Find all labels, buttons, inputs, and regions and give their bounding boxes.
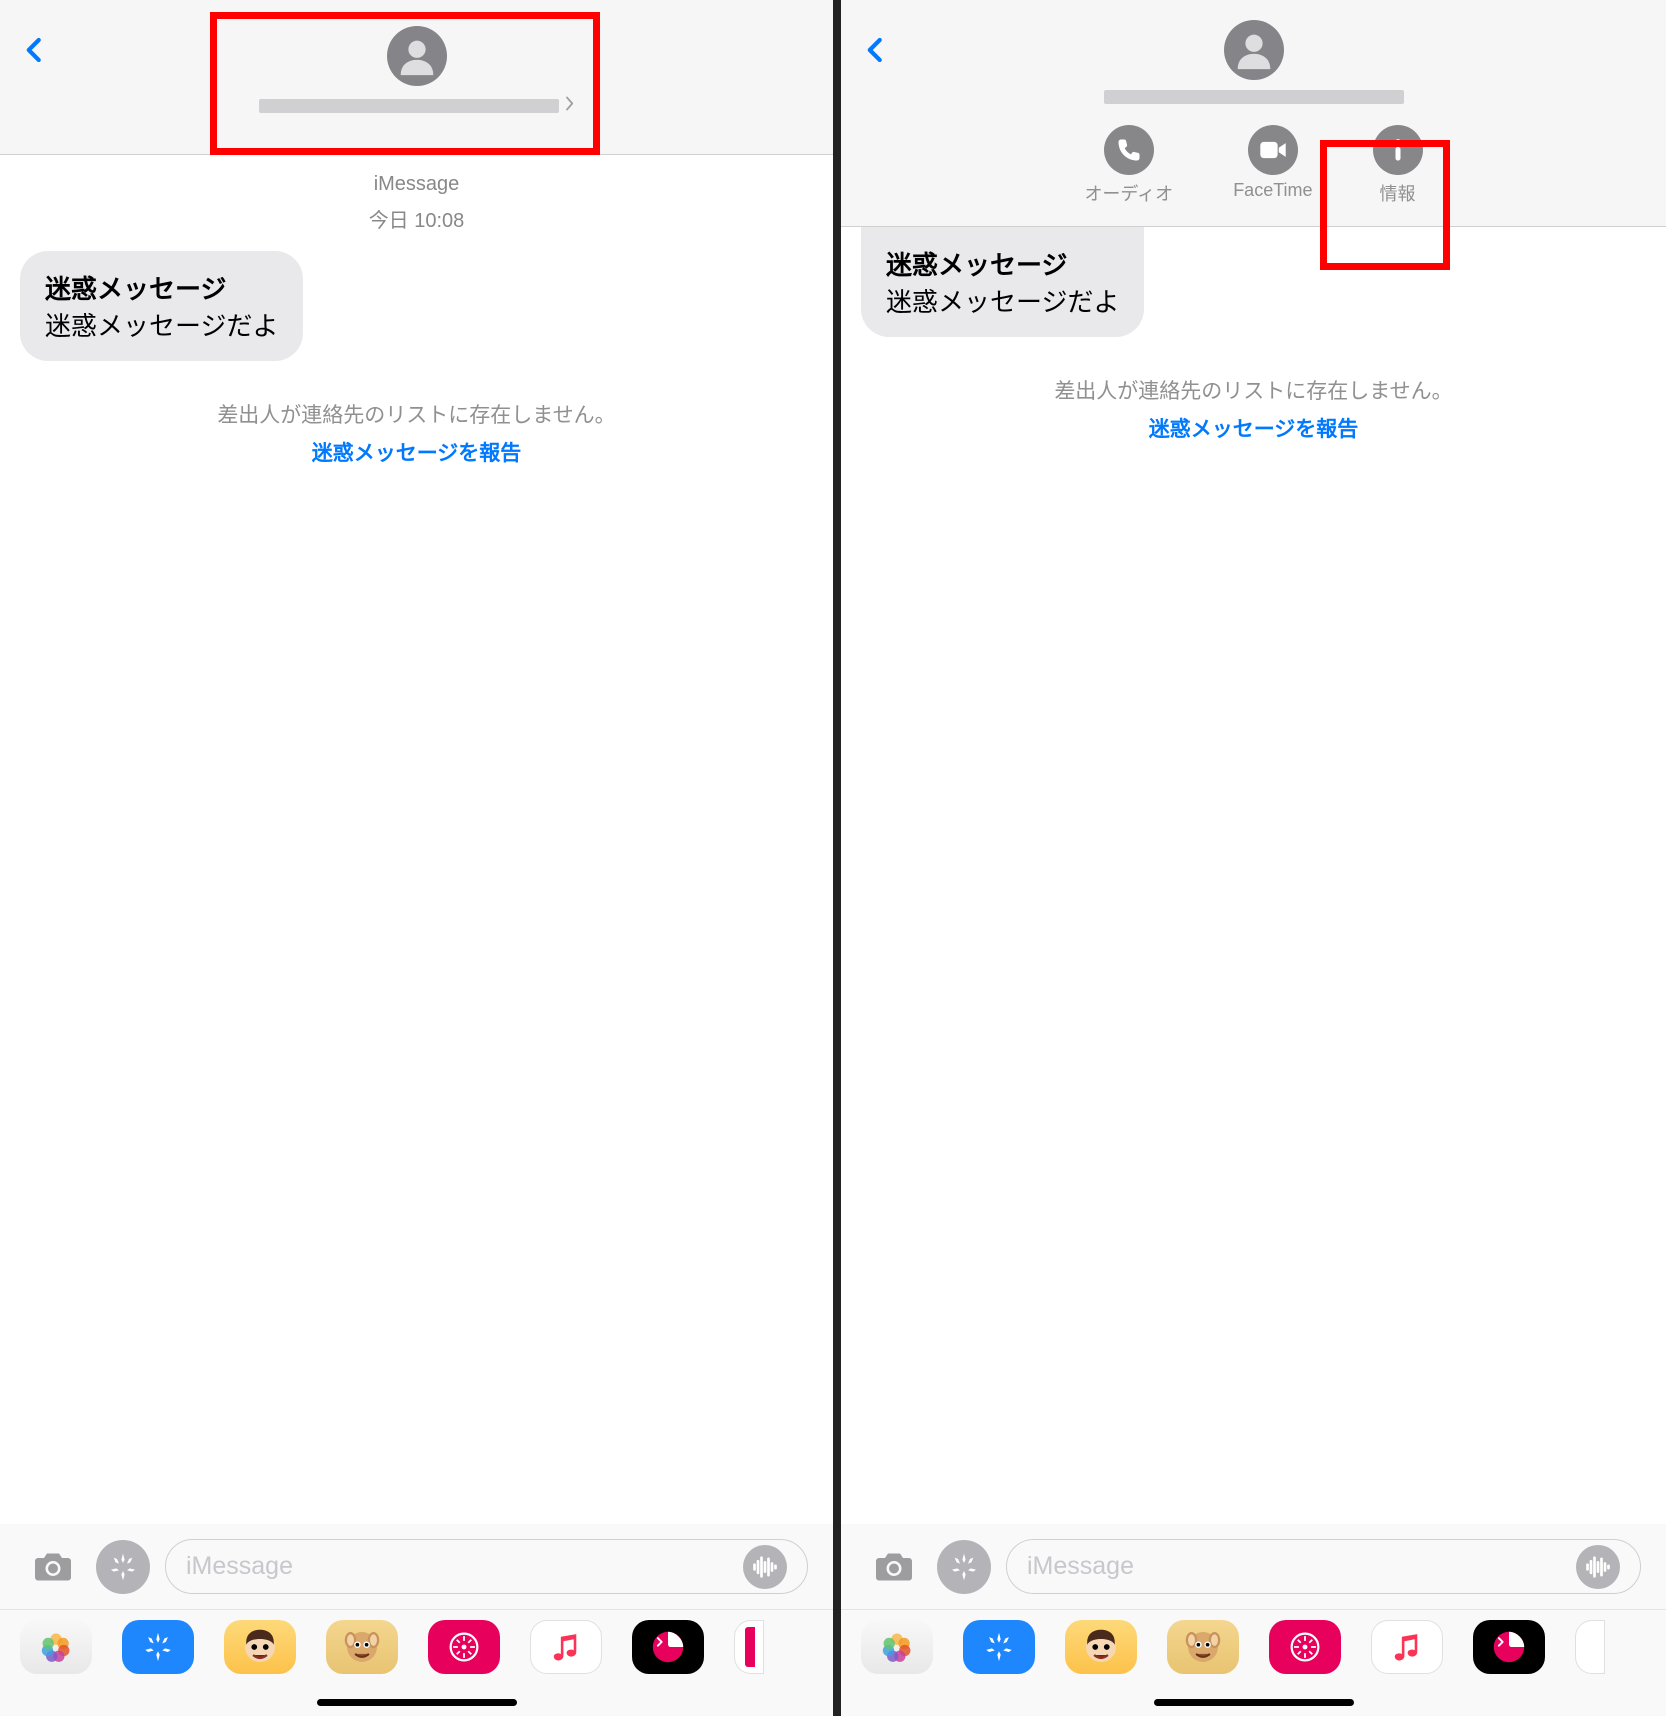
photos-app-icon[interactable] [20, 1620, 92, 1674]
date-label: 今日 10:08 [20, 204, 813, 233]
more-app-icon[interactable] [734, 1620, 764, 1674]
voice-record-button[interactable] [1576, 1545, 1620, 1589]
info-label: 情報 [1380, 180, 1416, 206]
facetime-button[interactable]: FaceTime [1233, 125, 1312, 206]
appstore-app-icon[interactable] [963, 1620, 1035, 1674]
message-title: 迷惑メッセージ [886, 245, 1119, 282]
screens-divider [833, 0, 841, 1716]
audio-label: オーディオ [1084, 180, 1173, 206]
back-button[interactable] [20, 35, 55, 70]
memoji-app-icon[interactable] [1065, 1620, 1137, 1674]
audio-call-button[interactable]: オーディオ [1084, 125, 1173, 206]
music-app-icon[interactable] [1371, 1620, 1443, 1674]
screen-left: iMessage 今日 10:08 迷惑メッセージ 迷惑メッセージだよ 差出人が… [0, 0, 833, 1716]
message-bubble[interactable]: 迷惑メッセージ 迷惑メッセージだよ [20, 251, 303, 361]
input-bar: iMessage [0, 1524, 833, 1609]
input-placeholder: iMessage [186, 1552, 293, 1581]
facetime-label: FaceTime [1233, 180, 1312, 201]
message-body: 迷惑メッセージだよ [886, 282, 1119, 319]
conversation: 迷惑メッセージ 迷惑メッセージだよ 差出人が連絡先のリストに存在しません。 迷惑… [841, 227, 1666, 1524]
conversation: iMessage 今日 10:08 迷惑メッセージ 迷惑メッセージだよ 差出人が… [0, 155, 833, 1524]
voice-record-button[interactable] [743, 1545, 787, 1589]
more-app-icon[interactable] [1575, 1620, 1605, 1674]
input-placeholder: iMessage [1027, 1552, 1134, 1581]
home-indicator[interactable] [1154, 1699, 1354, 1706]
contact-name[interactable] [1104, 90, 1404, 104]
app-tray [0, 1609, 833, 1699]
bottom-container: iMessage [0, 1524, 833, 1716]
header [0, 0, 833, 155]
sender-notice: 差出人が連絡先のリストに存在しません。 [20, 399, 813, 429]
screen-right: オーディオ FaceTime 情報 迷惑メッセージ [841, 0, 1666, 1716]
appstore-app-icon[interactable] [122, 1620, 194, 1674]
apps-button[interactable] [95, 1539, 150, 1594]
apps-button[interactable] [936, 1539, 991, 1594]
message-input[interactable]: iMessage [165, 1539, 808, 1594]
contact-name[interactable] [259, 96, 575, 116]
report-spam-link[interactable]: 迷惑メッセージを報告 [861, 413, 1646, 443]
contact-area[interactable] [239, 20, 595, 122]
avatar-icon [1224, 20, 1284, 80]
music-app-icon[interactable] [530, 1620, 602, 1674]
sender-notice: 差出人が連絡先のリストに存在しません。 [861, 375, 1646, 405]
avatar-icon [387, 26, 447, 86]
contact-masked [259, 99, 559, 113]
animoji-app-icon[interactable] [1167, 1620, 1239, 1674]
message-bubble[interactable]: 迷惑メッセージ 迷惑メッセージだよ [861, 227, 1144, 337]
contact-masked [1104, 90, 1404, 104]
app-tray [841, 1609, 1666, 1699]
stickers-app-icon[interactable] [632, 1620, 704, 1674]
stickers-app-icon[interactable] [1473, 1620, 1545, 1674]
photos-app-icon[interactable] [861, 1620, 933, 1674]
camera-button[interactable] [25, 1539, 80, 1594]
header: オーディオ FaceTime 情報 [841, 0, 1666, 227]
bottom-container: iMessage [841, 1524, 1666, 1716]
message-body: 迷惑メッセージだよ [45, 306, 278, 343]
message-title: 迷惑メッセージ [45, 269, 278, 306]
back-button[interactable] [861, 35, 896, 70]
header-actions: オーディオ FaceTime 情報 [1084, 125, 1422, 216]
home-indicator[interactable] [317, 1699, 517, 1706]
digital-touch-app-icon[interactable] [1269, 1620, 1341, 1674]
camera-button[interactable] [866, 1539, 921, 1594]
digital-touch-app-icon[interactable] [428, 1620, 500, 1674]
service-label: iMessage [20, 173, 813, 196]
memoji-app-icon[interactable] [224, 1620, 296, 1674]
animoji-app-icon[interactable] [326, 1620, 398, 1674]
input-bar: iMessage [841, 1524, 1666, 1609]
report-spam-link[interactable]: 迷惑メッセージを報告 [20, 437, 813, 467]
info-button[interactable]: 情報 [1373, 125, 1423, 206]
chevron-right-icon [565, 96, 575, 116]
contact-area[interactable] [1084, 20, 1424, 110]
message-input[interactable]: iMessage [1006, 1539, 1641, 1594]
